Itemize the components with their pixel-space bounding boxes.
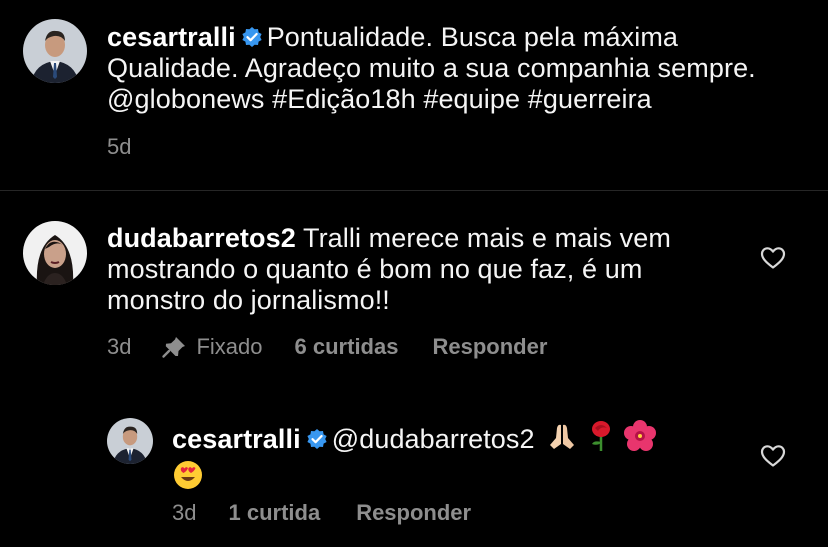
comment-body: cesartralli Pontualidade. Busca pela máxi… [107,22,756,115]
comment-meta: 3d Fixado 6 curtidas Responder [107,334,547,360]
comment-timestamp: 5d [107,134,132,159]
reply-button[interactable]: Responder [432,334,547,360]
comment-text-line2: mostrando o quanto é bom no que faz, é u… [107,254,643,284]
heart-eyes-emoji [172,459,204,498]
comment-body: dudabarretos2 Tralli merece mais e mais … [107,223,671,316]
reply-timestamp: 3d [172,500,197,525]
rose-emoji [586,420,616,459]
comment-text-line1: Pontualidade. Busca pela máxima [266,22,679,52]
heart-outline-icon[interactable] [760,246,786,270]
comment-username[interactable]: cesartralli [107,22,236,52]
praying-hands-emoji [546,422,578,459]
comments-screen: cesartralli Pontualidade. Busca pela máxi… [0,0,828,547]
hibiscus-emoji [623,420,657,459]
reply-username[interactable]: cesartralli [172,424,301,454]
pin-icon [161,335,187,359]
comment-text-line3[interactable]: @globonews #Edição18h #equipe #guerreira [107,84,652,114]
reply-meta: 3d 1 curtida Responder [172,500,471,526]
reply-body: cesartralli @dudabarretos2 [172,420,657,498]
comment-text-line2: Qualidade. Agradeço muito a sua companhi… [107,53,756,83]
reply-button[interactable]: Responder [356,500,471,526]
avatar[interactable] [23,19,87,83]
comment-meta: 5d [107,134,131,160]
pinned-label: Fixado [196,334,263,359]
comment-username[interactable]: dudabarretos2 [107,223,296,253]
likes-count[interactable]: 1 curtida [228,500,320,526]
divider [0,190,828,191]
comment-timestamp: 3d [107,334,132,359]
heart-outline-icon[interactable] [760,444,786,468]
verified-badge-icon [241,24,263,47]
avatar[interactable] [23,221,87,285]
comment-text-line3: monstro do jornalismo!! [107,285,390,315]
verified-badge-icon [306,426,328,449]
avatar[interactable] [107,418,153,464]
likes-count[interactable]: 6 curtidas [295,334,399,360]
comment-text-line1: Tralli merece mais e mais vem [302,223,671,253]
reply-mention[interactable]: @dudabarretos2 [332,424,535,454]
